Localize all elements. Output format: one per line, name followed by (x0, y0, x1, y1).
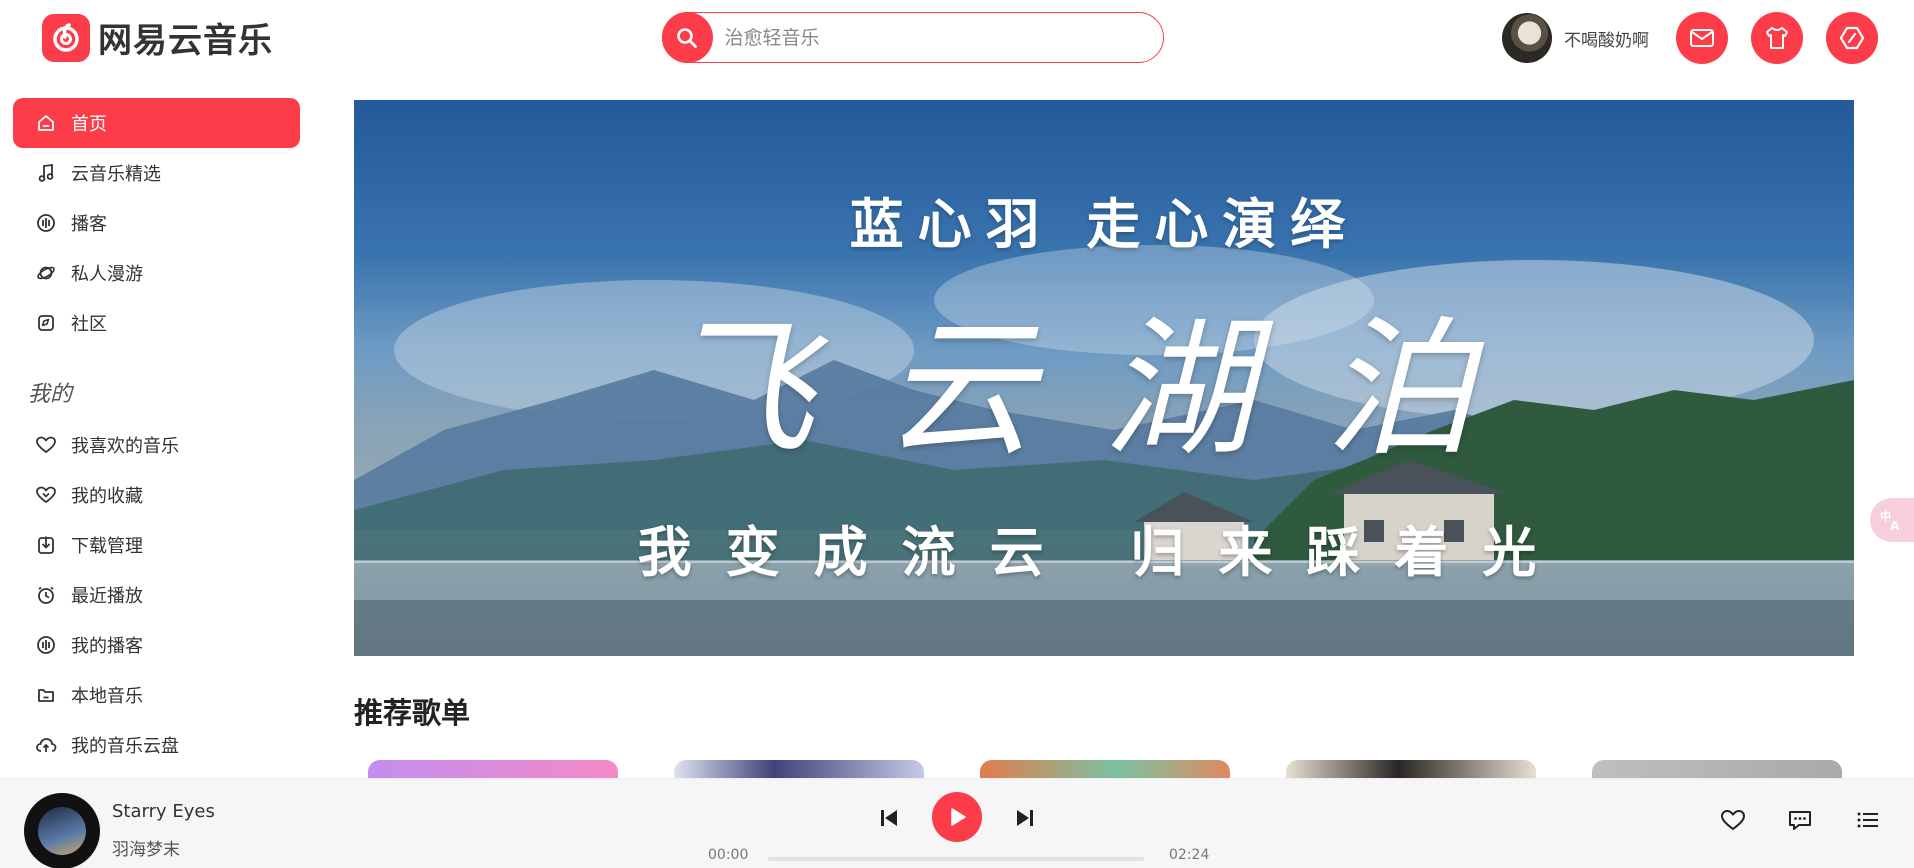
artist-name[interactable]: 羽海梦末 (112, 835, 180, 860)
home-icon (35, 112, 57, 134)
sidebar-item-label: 云音乐精选 (71, 164, 161, 185)
sidebar-item-favorites[interactable]: 我的收藏 (13, 470, 300, 520)
play-button[interactable] (932, 792, 982, 842)
like-button[interactable] (1718, 805, 1748, 835)
podcast-icon (35, 634, 57, 656)
play-icon (951, 808, 966, 826)
album-cover[interactable] (24, 793, 100, 868)
search-bar (661, 12, 1164, 63)
folder-icon (35, 684, 57, 706)
search-input[interactable] (724, 26, 1125, 49)
total-time: 02:24 (1169, 847, 1210, 863)
sidebar-item-label: 下载管理 (71, 536, 143, 557)
recommend-playlist-row (354, 760, 1854, 780)
heart-circle-icon (35, 484, 57, 506)
banner-headline: 蓝心羽 走心演绎 (849, 193, 1359, 256)
sidebar-item-label: 我的播客 (71, 636, 143, 657)
mail-icon (1690, 29, 1714, 47)
heart-icon (35, 434, 57, 456)
skin-button[interactable] (1751, 12, 1803, 64)
translate-widget[interactable]: 中 A (1870, 498, 1914, 542)
download-icon (35, 534, 57, 556)
search-button[interactable] (661, 12, 713, 63)
sidebar-item-local-music[interactable]: 本地音乐 (13, 670, 300, 720)
cloud-icon (35, 734, 57, 756)
sidebar-item-community[interactable]: 社区 (13, 298, 300, 348)
playlist-icon (1857, 812, 1878, 828)
translate-icon: 中 A (1880, 509, 1900, 533)
playlist-card[interactable] (980, 760, 1230, 778)
planet-icon (35, 262, 57, 284)
playlist-card[interactable] (1592, 760, 1842, 778)
next-button[interactable] (1010, 803, 1040, 833)
current-time: 00:00 (708, 847, 749, 863)
search-icon (677, 27, 697, 48)
hero-banner[interactable]: 蓝心羽 走心演绎 飞云湖泊 我变成流云 归来踩着光 (354, 100, 1854, 656)
sidebar: 首页 云音乐精选 播客 私人漫游 社区 我的 我喜欢的音乐 我的收藏 下载管理 … (0, 78, 310, 778)
banner-tagline: 我变成流云 归来踩着光 (637, 521, 1571, 584)
comments-button[interactable] (1785, 805, 1815, 835)
podcast-icon (35, 212, 57, 234)
heart-icon (1721, 810, 1745, 830)
mail-button[interactable] (1676, 12, 1728, 64)
recommend-section-title: 推荐歌单 (354, 696, 471, 730)
user-profile[interactable]: 不喝酸奶啊 (1502, 13, 1649, 63)
sidebar-item-roaming[interactable]: 私人漫游 (13, 248, 300, 298)
progress-bar[interactable] (768, 857, 1144, 861)
player-bar: Starry Eyes 羽海梦末 00:00 02:24 (0, 778, 1914, 868)
sidebar-item-featured[interactable]: 云音乐精选 (13, 148, 300, 198)
sidebar-item-podcast[interactable]: 播客 (13, 198, 300, 248)
svg-text:A: A (1890, 519, 1900, 533)
settings-icon (1839, 26, 1865, 50)
sidebar-item-liked-music[interactable]: 我喜欢的音乐 (13, 420, 300, 470)
my-section-title: 我的 (28, 382, 73, 407)
next-track-icon (1017, 810, 1033, 826)
username[interactable]: 不喝酸奶啊 (1564, 26, 1649, 51)
banner-title-calligraphy: 飞云湖泊 (663, 303, 1544, 477)
sidebar-item-recent[interactable]: 最近播放 (13, 570, 300, 620)
sidebar-item-downloads[interactable]: 下载管理 (13, 520, 300, 570)
sidebar-item-label: 我喜欢的音乐 (71, 436, 179, 457)
song-title[interactable]: Starry Eyes (112, 801, 215, 822)
comment-icon (1789, 811, 1811, 830)
logo-text: 网易云音乐 (98, 21, 273, 61)
sidebar-item-home[interactable]: 首页 (13, 98, 300, 148)
playlist-card[interactable] (674, 760, 924, 778)
sidebar-item-label: 播客 (71, 214, 107, 235)
sidebar-item-label: 最近播放 (71, 586, 143, 607)
settings-button[interactable] (1826, 12, 1878, 64)
app-root: 网易云音乐 不喝酸奶啊 (0, 0, 1914, 868)
avatar[interactable] (1502, 13, 1552, 63)
community-icon (35, 312, 57, 334)
sidebar-item-label: 本地音乐 (71, 686, 143, 707)
skin-icon (1766, 27, 1788, 49)
sidebar-item-cloud-drive[interactable]: 我的音乐云盘 (13, 720, 300, 770)
previous-track-icon (881, 810, 897, 826)
netease-logo-icon (42, 13, 90, 62)
sidebar-item-my-podcast[interactable]: 我的播客 (13, 620, 300, 670)
previous-button[interactable] (874, 803, 904, 833)
top-header: 网易云音乐 不喝酸奶啊 (0, 0, 1914, 78)
playlist-card[interactable] (1286, 760, 1536, 778)
sidebar-item-label: 社区 (71, 314, 107, 335)
playlist-button[interactable] (1853, 805, 1883, 835)
sidebar-item-label: 私人漫游 (71, 264, 143, 285)
music-note-icon (35, 162, 57, 184)
sidebar-item-label: 我的音乐云盘 (71, 736, 179, 757)
sidebar-item-label: 我的收藏 (71, 486, 143, 507)
album-art (38, 807, 86, 855)
clock-icon (35, 584, 57, 606)
app-logo[interactable]: 网易云音乐 (42, 13, 273, 62)
playlist-card[interactable] (368, 760, 618, 778)
sidebar-item-label: 首页 (71, 114, 107, 135)
